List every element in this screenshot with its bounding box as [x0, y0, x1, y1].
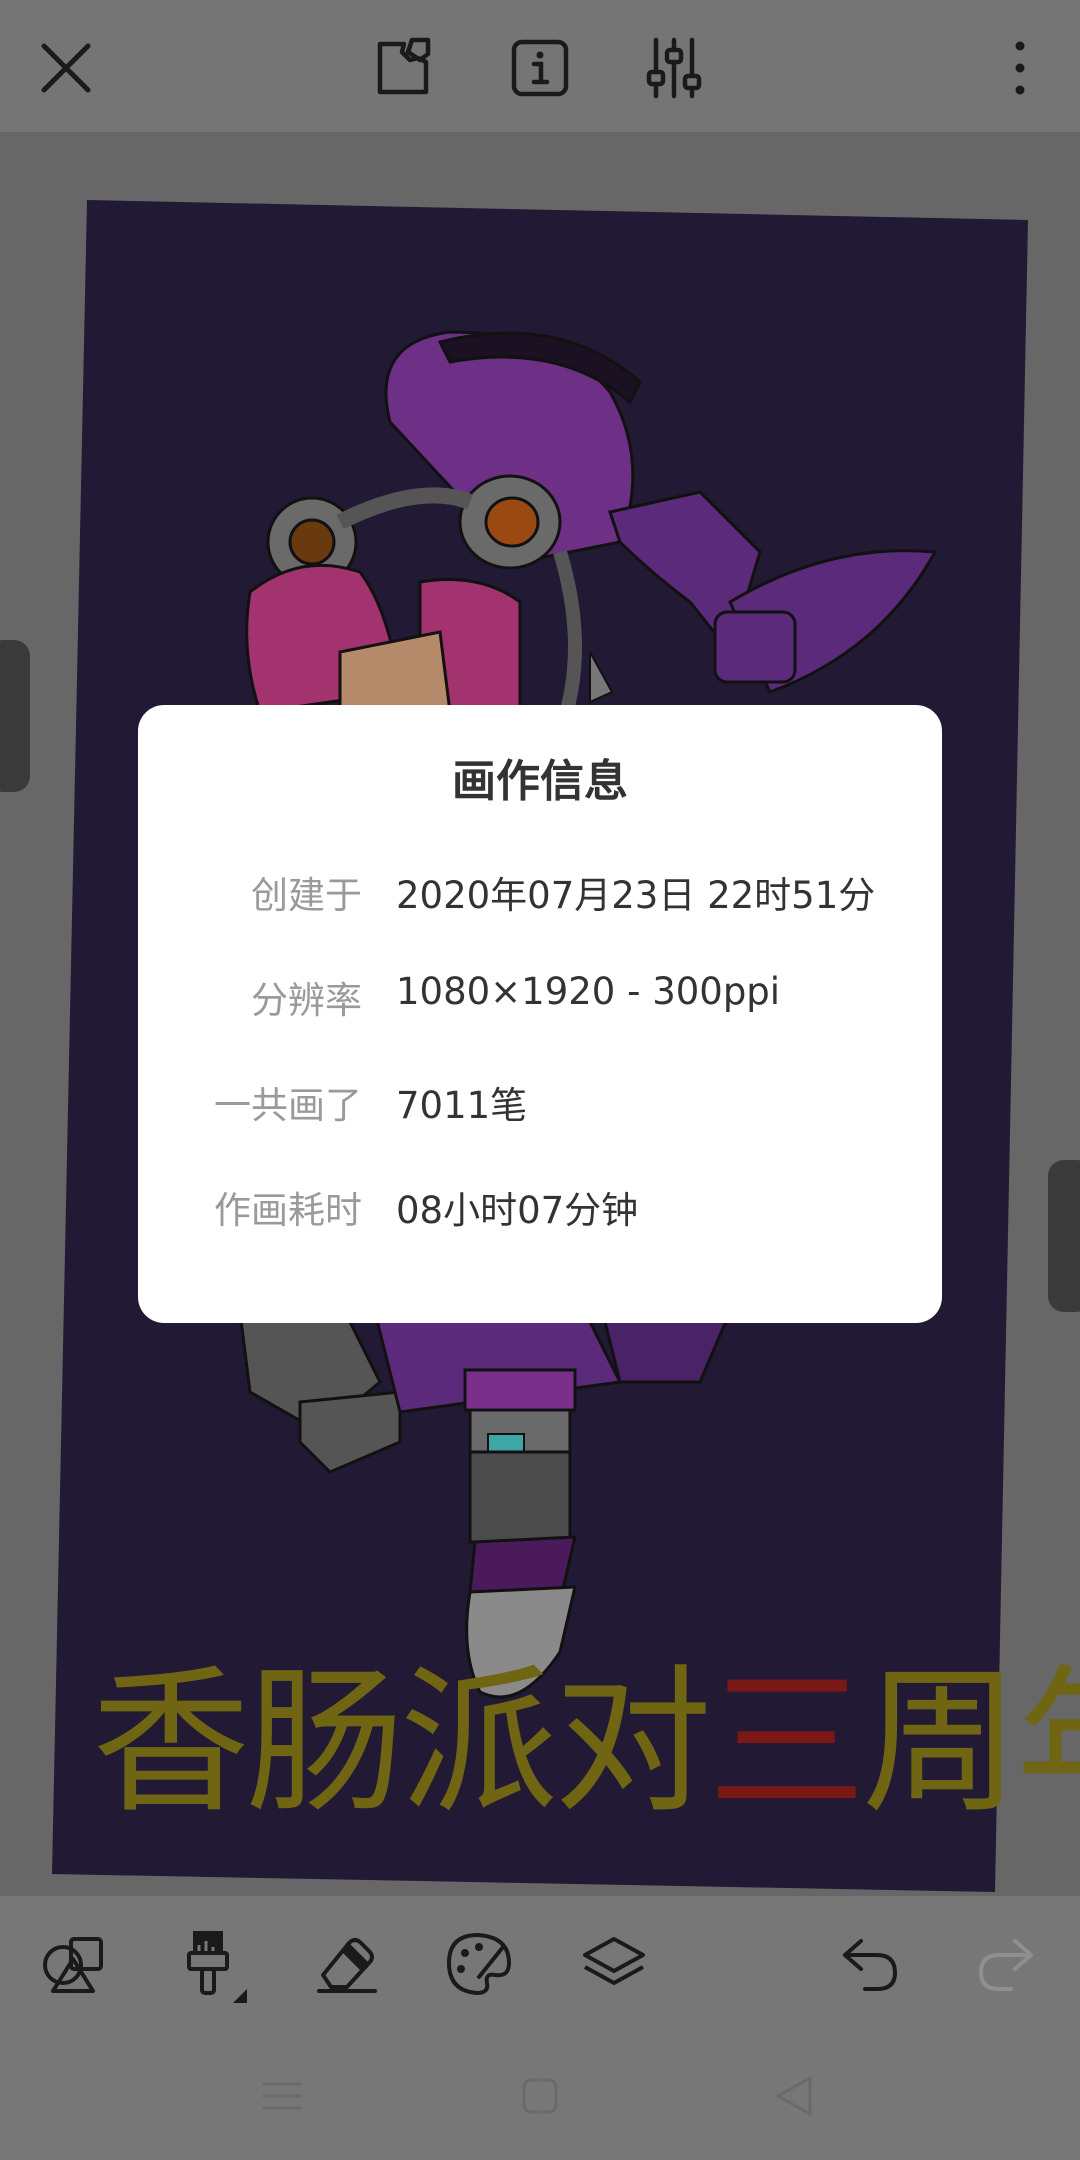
eraser-icon — [317, 1938, 377, 1993]
recent-apps-button[interactable] — [252, 2066, 312, 2126]
home-button[interactable] — [510, 2066, 570, 2126]
bottom-toolbar — [0, 1896, 1080, 2032]
system-navigation-bar — [0, 2032, 1080, 2160]
info-button[interactable] — [498, 26, 582, 110]
close-button[interactable] — [24, 26, 108, 110]
strokes-value: 7011笔 — [396, 1084, 528, 1127]
redo-icon — [978, 1939, 1033, 1991]
back-button[interactable] — [766, 2066, 826, 2126]
left-side-handle[interactable] — [0, 640, 30, 792]
shapes-icon — [43, 1937, 103, 1993]
adjust-button[interactable] — [632, 26, 716, 110]
brush-icon — [187, 1931, 247, 2003]
home-icon — [522, 2078, 558, 2114]
more-options-button[interactable] — [972, 26, 1056, 110]
brush-tool-button[interactable] — [162, 1918, 254, 2010]
canvas-crop-button[interactable] — [362, 26, 446, 110]
created-label: 创建于 — [251, 874, 362, 917]
menu-icon — [262, 2082, 302, 2110]
strokes-label: 一共画了 — [214, 1084, 362, 1127]
adjust-sliders-icon — [646, 37, 702, 99]
info-row-created: 创建于 2020年07月23日 22时51分 — [138, 865, 942, 925]
redo-button[interactable] — [960, 1918, 1052, 2010]
info-row-resolution: 分辨率 1080×1920 - 300ppi — [138, 970, 942, 1030]
canvas-crop-icon — [377, 37, 431, 95]
close-icon — [41, 43, 91, 93]
shapes-tool-button[interactable] — [30, 1918, 122, 2010]
resolution-value: 1080×1920 - 300ppi — [396, 970, 781, 1013]
caption-main-text: 香肠派对 — [92, 1651, 712, 1835]
palette-icon — [446, 1932, 512, 1996]
undo-button[interactable] — [824, 1918, 916, 2010]
info-icon — [511, 39, 569, 97]
resolution-label: 分辨率 — [251, 979, 362, 1022]
caption-accent-text: 三 — [708, 1651, 866, 1835]
caption-end-text: 周年 — [862, 1651, 1080, 1835]
eraser-tool-button[interactable] — [298, 1918, 390, 2010]
back-icon — [776, 2076, 812, 2116]
artwork-info-dialog: 画作信息 创建于 2020年07月23日 22时51分 分辨率 1080×192… — [138, 705, 942, 1323]
dialog-title: 画作信息 — [452, 756, 628, 807]
more-vertical-icon — [1015, 41, 1025, 95]
top-bar — [0, 0, 1080, 132]
layers-tool-button[interactable] — [568, 1918, 660, 2010]
created-value: 2020年07月23日 22时51分 — [396, 874, 876, 917]
palette-tool-button[interactable] — [432, 1918, 524, 2010]
right-side-handle[interactable] — [1048, 1160, 1080, 1312]
undo-icon — [843, 1939, 898, 1991]
duration-value: 08小时07分钟 — [396, 1189, 639, 1232]
artwork-caption: 香肠派对三周年 — [92, 1642, 1080, 1835]
layers-icon — [583, 1937, 645, 1985]
info-row-duration: 作画耗时 08小时07分钟 — [138, 1180, 942, 1240]
info-row-strokes: 一共画了 7011笔 — [138, 1075, 942, 1135]
duration-label: 作画耗时 — [214, 1189, 362, 1232]
